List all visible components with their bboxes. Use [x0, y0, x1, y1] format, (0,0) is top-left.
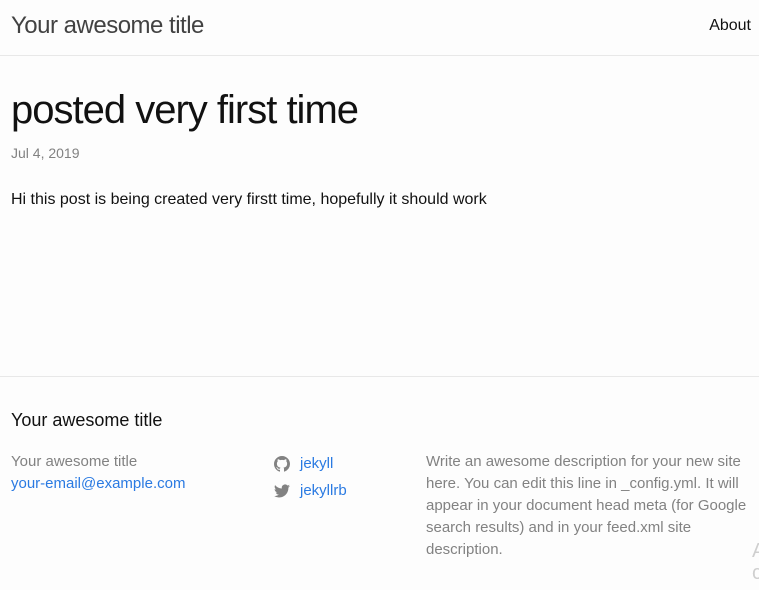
partial-overlay-glyph: Ac [752, 540, 759, 584]
footer-email-link[interactable]: your-email@example.com [11, 475, 185, 492]
site-header: Your awesome title About [0, 0, 759, 56]
footer-social-list: jekyll jekyllrb [274, 450, 347, 504]
social-link-twitter[interactable]: jekyllrb [300, 477, 347, 504]
nav-link-about[interactable]: About [709, 17, 751, 35]
footer-contact: Your awesome title your-email@example.co… [11, 451, 185, 495]
post-date: Jul 4, 2019 [11, 145, 80, 161]
footer-description: Write an awesome description for your ne… [426, 453, 747, 558]
footer-contact-name: Your awesome title [11, 453, 138, 470]
post-content: Hi this post is being created very first… [11, 191, 487, 208]
post-article: posted very first time Jul 4, 2019 Hi th… [11, 84, 751, 209]
site-title-link[interactable]: Your awesome title [11, 12, 204, 40]
social-link-github[interactable]: jekyll [300, 450, 333, 477]
social-item-github[interactable]: jekyll [274, 450, 347, 477]
social-item-twitter[interactable]: jekyllrb [274, 477, 347, 504]
footer-heading: Your awesome title [11, 410, 163, 430]
github-icon [274, 455, 290, 472]
twitter-icon [274, 483, 290, 499]
post-title: posted very first time [11, 88, 359, 132]
site-footer: Your awesome title Your awesome title yo… [0, 376, 759, 590]
